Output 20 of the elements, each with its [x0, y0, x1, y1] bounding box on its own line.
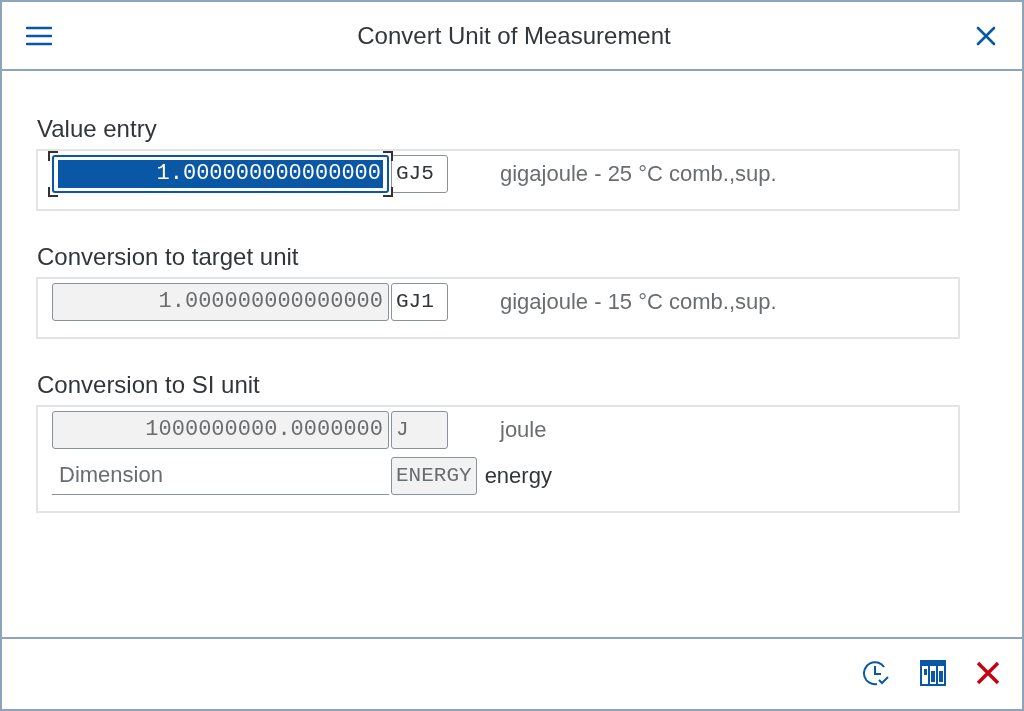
section-title: Conversion to SI unit [36, 371, 261, 399]
unit-description: gigajoule - 25 °C comb.,sup. [500, 161, 777, 187]
section-title: Value entry [36, 115, 158, 143]
value-input-field[interactable]: 1000000000.0000000 [52, 411, 389, 449]
unit-description: joule [500, 417, 547, 443]
unit-description: energy [484, 463, 552, 489]
unit-field[interactable]: ENERGY [391, 457, 477, 495]
dimension-label: Dimension [52, 457, 389, 495]
unit-field[interactable]: GJ5 [391, 155, 448, 193]
table-columns-icon[interactable] [920, 660, 946, 686]
unit-field[interactable]: J [391, 411, 448, 449]
value-input-field[interactable]: 1.000000000000000 [52, 283, 389, 321]
cancel-icon[interactable] [976, 661, 1000, 685]
unit-field[interactable]: GJ1 [391, 283, 448, 321]
section-title: Conversion to target unit [36, 243, 300, 271]
close-icon[interactable] [976, 25, 996, 46]
window-title: Convert Unit of Measurement [357, 21, 671, 50]
unit-description: gigajoule - 15 °C comb.,sup. [500, 289, 777, 315]
clock-check-icon[interactable] [862, 659, 890, 687]
menu-icon[interactable] [26, 25, 52, 46]
